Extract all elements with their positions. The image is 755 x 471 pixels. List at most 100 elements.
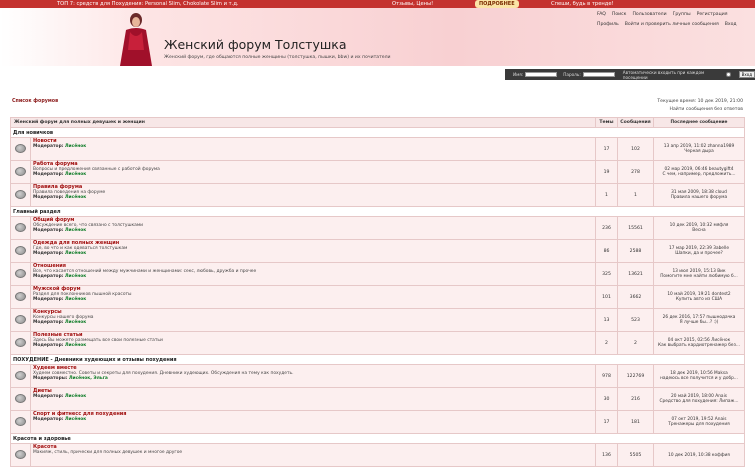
forum-icon [10,239,31,263]
last-post[interactable]: 17 мар 2019, 22:39 3abelle Шапки, да и п… [653,239,745,263]
moderator-name[interactable]: Лисёнок [65,297,86,302]
moderator-label: Модератор: [33,297,64,302]
posts-count: 122769 [617,364,654,388]
posts-count: 15561 [617,216,654,240]
forum-icon [10,285,31,309]
top-links: FAQ Поиск Пользователи Группы Регистрация [597,12,733,17]
moderator-name[interactable]: Лисёнок, Эльга [69,376,108,381]
register-link[interactable]: Регистрация [697,12,728,17]
category-title[interactable]: ПОХУДЕНИЕ - Дневники худеющих и отзывы п… [10,354,745,365]
site-title[interactable]: Женский форум Толстушка [164,37,347,52]
last-post-title[interactable]: Шапки, да и прочее? [654,251,744,256]
last-post-title[interactable]: С чем, например, предложить... [654,172,744,177]
last-post[interactable]: 10 май 2019, 19:21 dontest2 Купить авто … [653,285,745,309]
topics-count: 978 [595,364,618,388]
top-banner: ТОП 7: средств для Похудения: Personal S… [0,0,755,8]
last-post[interactable]: 31 мая 2009, 18:38 cloud Правила нашего … [653,183,745,207]
faq-link[interactable]: FAQ [597,12,606,17]
forum-info: Правила форума Правила поведения на фору… [30,183,596,207]
last-post[interactable]: 02 мар 2019, 06:46 beautygift4 С чем, на… [653,160,745,184]
category-title[interactable]: Главный раздел [10,206,745,217]
last-post-title[interactable]: Тренажеры для похудения [654,422,744,427]
forum-moderator: Модератор: Лисёнок [33,274,595,279]
last-post[interactable]: 18 дек 2019, 10:56 Maksa надеюсь все пол… [653,364,745,388]
last-post[interactable]: 13 июл 2019, 15:13 Вик Помогите мне найт… [653,262,745,286]
last-post-title[interactable]: Средство для похудения: Липаж... [654,399,744,404]
moderator-name[interactable]: Лисёнок [65,228,86,233]
forum-info: Отношения Все, что касается отношений ме… [30,262,596,286]
forum-icon [10,364,31,388]
last-post-title[interactable]: Весна [654,228,744,233]
posts-count: 5505 [617,443,654,467]
forum-row: Худеем вместе Худеем совместно. Советы и… [10,364,745,388]
forum-icon [10,410,31,434]
topics-count: 30 [595,387,618,411]
forum-info: Красота Макияж, стиль, прически для полн… [30,443,596,467]
last-post[interactable]: 10 дек 2019, 10:38 коффия [653,443,745,467]
password-field[interactable] [582,72,615,77]
topics-count: 136 [595,443,618,467]
moderator-label: Модератор: [33,343,64,348]
breadcrumb[interactable]: Список форумов [12,99,58,104]
unanswered-link[interactable]: Найти сообщения без ответов [670,107,744,112]
forum-icon [10,308,31,332]
forum-row: Правила форума Правила поведения на фору… [10,183,745,207]
forum-info: Конкурсы Конкурсы нашего форума Модерато… [30,308,596,332]
more-button[interactable]: ПОДРОБНЕЕ [475,0,519,8]
posts-count: 3662 [617,285,654,309]
moderator-label: Модератор: [33,394,64,399]
autologin-checkbox[interactable] [725,72,731,77]
moderator-name[interactable]: Лисёнок [65,144,86,149]
last-post-title[interactable]: надеюсь все получится и у добр... [654,376,744,381]
col-posts: Сообщения [617,117,654,128]
forum-moderator: Модератор: Лисёнок [33,195,595,200]
category-title[interactable]: Красота и здоровье [10,433,745,444]
search-link[interactable]: Поиск [612,12,627,17]
last-post-title[interactable]: Как выбрать кардиотренажер без... [654,343,744,348]
last-post[interactable]: 26 дек 2016, 17:57 пышнодачка Я лучше бы… [653,308,745,332]
login-link[interactable]: Вход [725,22,737,27]
site-subtitle: Женский форум, где общаются полные женщи… [164,55,391,60]
login-submit-button[interactable]: Вход [738,71,755,78]
forum-moderator: Модератор: Лисёнок [33,144,595,149]
category-title[interactable]: Для новичков [10,127,745,138]
last-post-title[interactable]: Я лучше бы...? :)) [654,320,744,325]
promo-text[interactable]: ТОП 7: средств для Похудения: Personal S… [57,1,239,7]
forum-moderator: Модераторы: Лисёнок, Эльга [33,376,595,381]
slogan-text: Спеши, будь в тренде! [551,1,614,7]
last-post-title[interactable]: Помогите мне найти любимую б... [654,274,744,279]
moderator-name[interactable]: Лисёнок [65,274,86,279]
last-post[interactable]: 20 май 2019, 18:00 Anais Средство для по… [653,387,745,411]
last-post[interactable]: 04 окт 2015, 02:56 Лисёнок Как выбрать к… [653,331,745,355]
forum-icon [10,262,31,286]
posts-count: 2 [617,331,654,355]
last-post-title[interactable]: Черная дыра [654,149,744,154]
moderator-name[interactable]: Лисёнок [65,195,86,200]
moderator-name[interactable]: Лисёнок [65,320,86,325]
category-row: Главный раздел [10,206,745,217]
topics-count: 17 [595,410,618,434]
forum-info: Работа форума Вопросы и предложения связ… [30,160,596,184]
username-field[interactable] [525,72,558,77]
moderator-name[interactable]: Лисёнок [65,172,86,177]
last-post[interactable]: 07 окт 2019, 19:52 Anais Тренажеры для п… [653,410,745,434]
moderator-name[interactable]: Лисёнок [65,417,86,422]
posts-count: 523 [617,308,654,332]
logo-lady-image [120,13,152,66]
last-post-date: 10 дек 2019, 10:38 коффия [668,452,730,458]
login-check-link[interactable]: Войти и проверить личные сообщения [625,22,719,27]
moderator-name[interactable]: Лисёнок [65,343,86,348]
last-post-title[interactable]: Правила нашего форума [654,195,744,200]
posts-count: 2588 [617,239,654,263]
last-post[interactable]: 10 дек 2019, 10:32 мяфля Весна [653,216,745,240]
last-post-title[interactable]: Купить авто из США [654,297,744,302]
moderator-name[interactable]: Лисёнок [65,251,86,256]
category-row: Красота и здоровье [10,433,745,444]
moderator-name[interactable]: Лисёнок [65,394,86,399]
profile-link[interactable]: Профиль [597,22,619,27]
users-link[interactable]: Пользователи [632,12,666,17]
groups-link[interactable]: Группы [673,12,691,17]
forum-icon [10,216,31,240]
last-post[interactable]: 13 апр 2019, 11:02 zhannа1989 Черная дыр… [653,137,745,161]
posts-count: 13621 [617,262,654,286]
